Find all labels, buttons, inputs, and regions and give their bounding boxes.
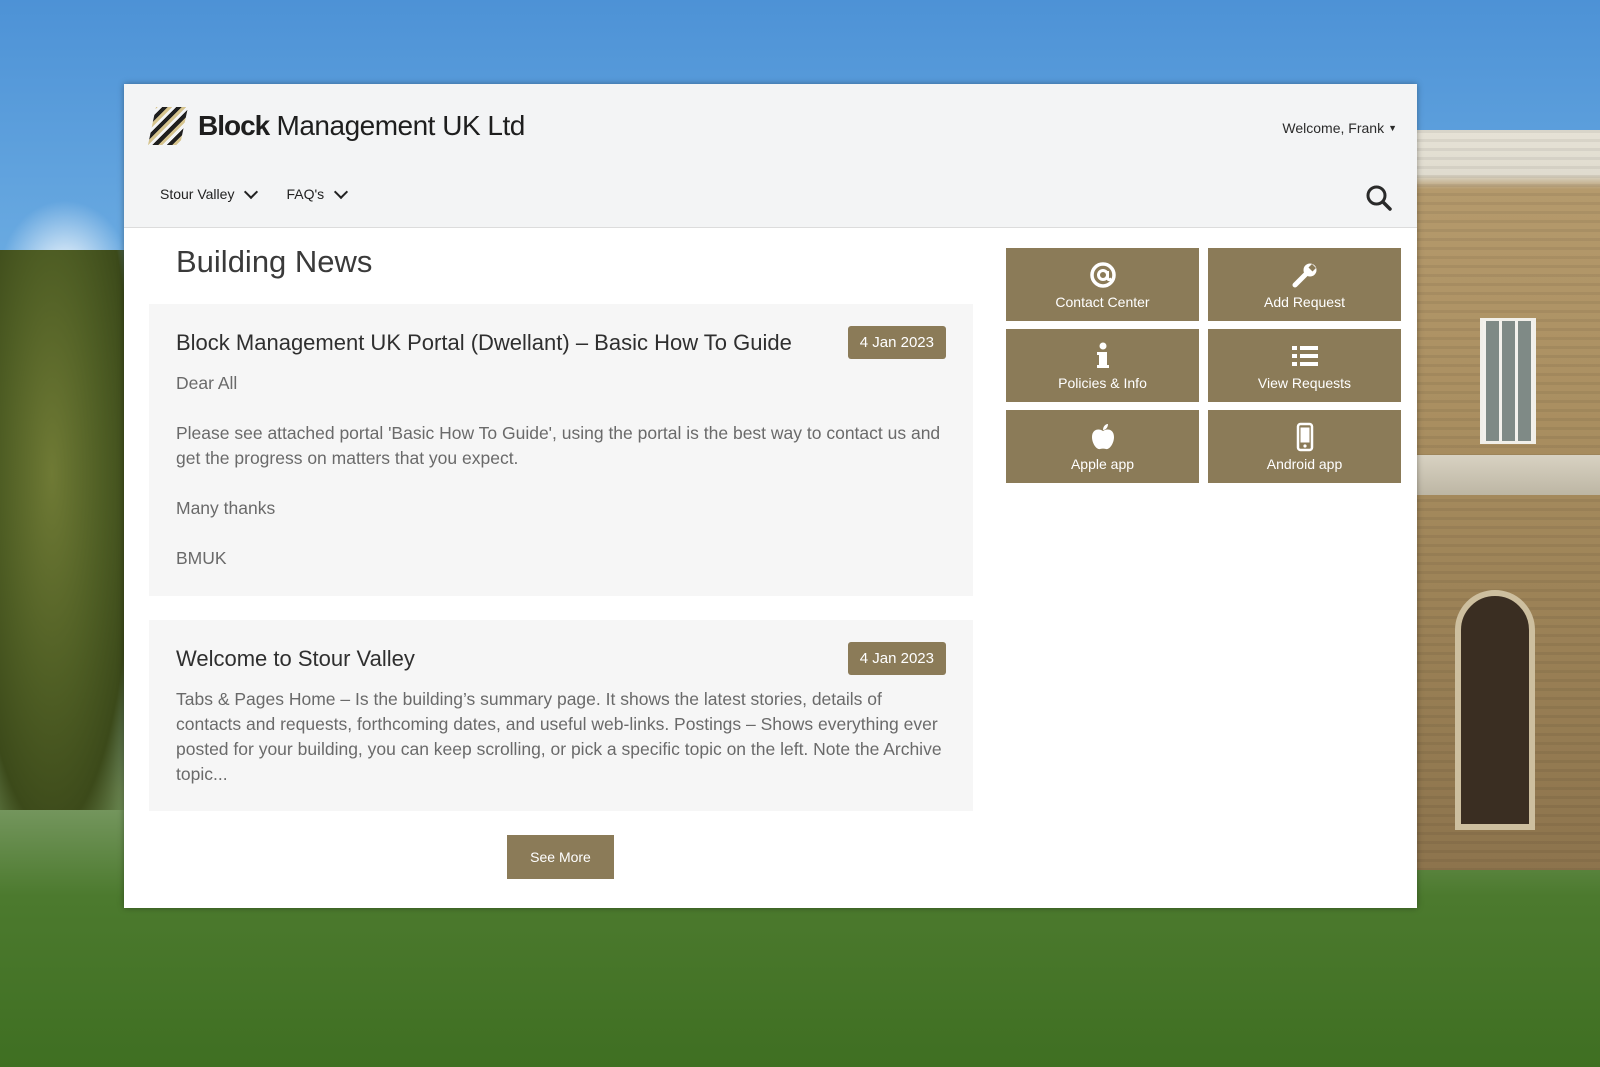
tile-apple-app[interactable]: Apple app (1006, 410, 1199, 483)
see-more-button[interactable]: See More (507, 835, 614, 879)
at-icon (1088, 260, 1118, 290)
quick-links: Contact Center Add Request Policies & In… (1006, 248, 1402, 483)
tile-label: Add Request (1264, 293, 1345, 310)
info-icon (1088, 341, 1118, 371)
list-icon (1290, 341, 1320, 371)
news-post-paragraph: Dear All (176, 373, 238, 393)
date-badge: 4 Jan 2023 (847, 326, 946, 359)
welcome-text: Welcome, Frank (1282, 120, 1385, 136)
nav-item-stour-valley[interactable]: Stour Valley (160, 184, 259, 202)
news-post-title[interactable]: Block Management UK Portal (Dwellant) – … (176, 330, 792, 356)
tile-view-requests[interactable]: View Requests (1208, 329, 1401, 402)
logo-mark-icon (148, 107, 188, 145)
wrench-icon (1290, 260, 1320, 290)
tile-android-app[interactable]: Android app (1208, 410, 1401, 483)
apple-icon (1088, 422, 1118, 452)
news-post-paragraph: Many thanks (176, 498, 276, 518)
brand-name-rest: Management UK Ltd (269, 110, 526, 141)
tile-label: Contact Center (1055, 293, 1150, 310)
user-menu[interactable]: Welcome, Frank ▼ (1282, 120, 1397, 136)
tile-label: Android app (1266, 455, 1343, 472)
brand-name: Block Management UK Ltd (198, 110, 525, 142)
mobile-icon (1290, 422, 1320, 452)
date-badge: 4 Jan 2023 (847, 642, 946, 675)
caret-down-icon: ▼ (1388, 123, 1397, 133)
portal-panel: Block Management UK Ltd Welcome, Frank ▼ … (124, 84, 1417, 908)
news-post-title[interactable]: Welcome to Stour Valley (176, 646, 415, 672)
nav-item-label: Stour Valley (160, 186, 235, 202)
tile-label: Policies & Info (1058, 374, 1147, 391)
tile-add-request[interactable]: Add Request (1208, 248, 1401, 321)
background-arch (1455, 590, 1535, 830)
news-post: Block Management UK Portal (Dwellant) – … (149, 304, 973, 596)
brand-logo[interactable]: Block Management UK Ltd (148, 106, 525, 146)
tile-label: Apple app (1070, 455, 1135, 472)
news-post-header: Welcome to Stour Valley 4 Jan 2023 (176, 642, 946, 675)
news-post-paragraph: BMUK (176, 548, 227, 568)
news-post-body: Tabs & Pages Home – Is the building’s su… (176, 687, 946, 787)
news-post-body: Dear All Please see attached portal 'Bas… (176, 371, 946, 571)
tile-label: View Requests (1257, 374, 1352, 391)
background-tree (0, 250, 130, 810)
nav-item-label: FAQ's (286, 186, 325, 202)
news-post-header: Block Management UK Portal (Dwellant) – … (176, 326, 946, 359)
nav-item-faqs[interactable]: FAQ's (286, 184, 349, 202)
chevron-down-icon (244, 184, 259, 199)
search-icon[interactable] (1365, 184, 1393, 212)
news-post: Welcome to Stour Valley 4 Jan 2023 Tabs … (149, 620, 973, 811)
main-nav: Stour Valley FAQ's (160, 184, 349, 202)
news-post-paragraph: Please see attached portal 'Basic How To… (176, 423, 941, 468)
news-post-paragraph: Tabs & Pages Home – Is the building’s su… (176, 689, 942, 784)
tile-policies-info[interactable]: Policies & Info (1006, 329, 1199, 402)
chevron-down-icon (334, 184, 349, 199)
tile-contact-center[interactable]: Contact Center (1006, 248, 1199, 321)
site-header: Block Management UK Ltd Welcome, Frank ▼ … (124, 84, 1417, 228)
brand-name-bold: Block (198, 110, 270, 141)
page-title: Building News (176, 244, 373, 279)
background-window (1480, 318, 1536, 444)
